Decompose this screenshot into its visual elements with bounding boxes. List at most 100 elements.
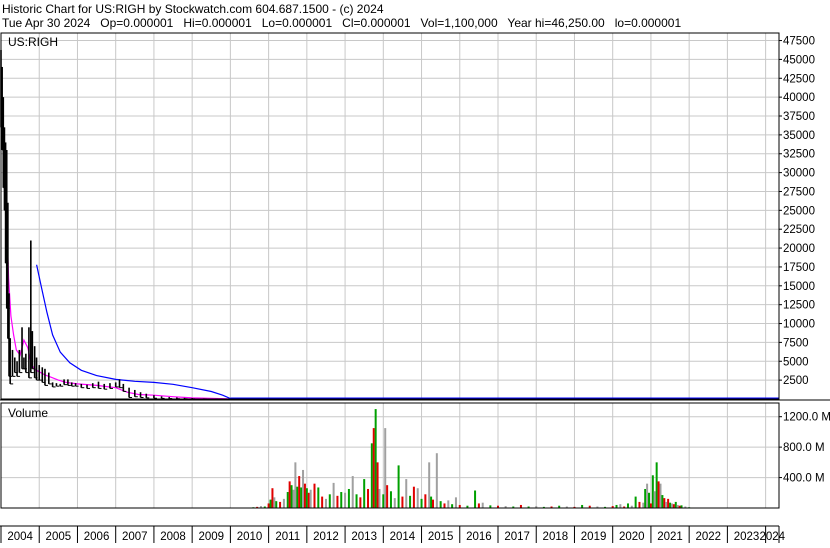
volume-bar (328, 494, 331, 508)
x-tick-label: 2010 (237, 531, 263, 543)
volume-bar (405, 479, 408, 508)
x-tick-label: 2013 (351, 531, 377, 543)
volume-bar (416, 488, 419, 508)
volume-bar (271, 488, 274, 508)
x-tick-label: 2011 (275, 531, 300, 543)
chart-canvas: Historic Chart for US:RIGH by Stockwatch… (0, 2, 830, 543)
volume-bar (305, 488, 308, 508)
volume-bar (477, 503, 480, 508)
price-tick-label: 35000 (783, 130, 815, 142)
volume-bar (290, 485, 293, 508)
x-tick-label: 2016 (466, 531, 492, 543)
volume-bar (273, 497, 276, 508)
volume-bar (634, 496, 637, 508)
volume-bar (655, 462, 658, 508)
volume-bar (474, 490, 477, 508)
chart-header-title: Historic Chart for US:RIGH by Stockwatch… (2, 2, 384, 16)
volume-bar (340, 492, 343, 508)
volume-bar (288, 481, 291, 508)
volume-bar (307, 492, 310, 508)
x-tick-label: 2018 (543, 531, 569, 543)
volume-bar (393, 498, 396, 508)
price-tick-label: 30000 (783, 168, 815, 180)
volume-bar (428, 462, 431, 508)
volume-bar (386, 485, 389, 508)
volume-bar (269, 499, 272, 508)
volume-bar (367, 488, 370, 508)
volume-bar (642, 502, 645, 508)
volume-bar (332, 482, 335, 508)
volume-bar (430, 496, 433, 508)
moving-average-line-ma_short (1, 140, 778, 400)
volume-bar (481, 502, 484, 508)
price-tick-label: 5000 (783, 356, 809, 368)
volume-tick-label: 1200.0 M (783, 412, 830, 424)
volume-bar (347, 488, 350, 508)
volume-bar (667, 498, 670, 508)
volume-bar (324, 498, 327, 508)
x-tick-label: 2022 (695, 531, 721, 543)
x-tick-label: 2021 (657, 531, 683, 543)
price-tick-label: 27500 (783, 186, 815, 198)
chart-header-quote: Tue Apr 30 2024 Op=0.000001 Hi=0.000001 … (2, 16, 681, 30)
volume-bar (672, 504, 675, 508)
volume-bar (374, 409, 377, 508)
x-tick-label: 2012 (313, 531, 339, 543)
volume-bar (370, 443, 373, 508)
x-tick-label: 2024 (760, 531, 786, 543)
x-tick-label: 2017 (504, 531, 530, 543)
price-tick-label: 2500 (783, 375, 809, 387)
x-tick-label: 2023 (734, 531, 760, 543)
x-tick-label: 2007 (122, 531, 148, 543)
volume-bar (378, 488, 381, 508)
volume-bar (294, 462, 297, 508)
volume-bar (317, 487, 320, 508)
price-tick-label: 40000 (783, 92, 815, 104)
volume-bar (432, 499, 435, 508)
volume-bar (382, 494, 385, 508)
volume-bar (384, 428, 387, 508)
volume-bar (321, 496, 324, 508)
volume-bar (363, 479, 366, 508)
volume-bar (282, 498, 285, 508)
price-tick-label: 42500 (783, 73, 815, 85)
volume-bar (302, 469, 305, 508)
volume-tick-label: 400.0 M (783, 473, 825, 485)
volume-bar (351, 476, 354, 508)
volume-bar (292, 489, 295, 508)
volume-bar (401, 496, 404, 508)
price-tick-label: 45000 (783, 54, 815, 66)
volume-bar (435, 453, 438, 508)
price-tick-label: 20000 (783, 243, 815, 255)
volume-bar (657, 481, 660, 508)
volume-bar (439, 501, 442, 508)
volume-bar (665, 501, 668, 508)
volume-bar (409, 495, 412, 508)
volume-bar (275, 501, 278, 508)
volume-bar (298, 476, 301, 508)
x-tick-label: 2009 (198, 531, 224, 543)
volume-tick-label: 800.0 M (783, 442, 825, 454)
moving-average-line-ma_long (36, 264, 778, 400)
volume-bar (355, 494, 358, 508)
volume-bar (663, 498, 666, 508)
volume-bar (648, 492, 651, 508)
x-tick-label: 2006 (84, 531, 110, 543)
volume-bar (454, 497, 457, 508)
volume-bar (344, 492, 347, 508)
volume-bar (443, 503, 446, 508)
x-tick-label: 2008 (160, 531, 186, 543)
volume-bar (646, 483, 649, 508)
volume-bar (376, 462, 379, 508)
price-panel-frame (0, 32, 780, 400)
volume-bar (638, 501, 641, 508)
volume-bar (424, 494, 427, 508)
volume-bar (300, 487, 303, 508)
price-tick-label: 15000 (783, 281, 815, 293)
volume-bar (626, 503, 629, 508)
x-tick-label: 2019 (581, 531, 607, 543)
volume-bar (447, 500, 450, 508)
price-tick-label: 7500 (783, 337, 809, 349)
x-tick-label: 2015 (428, 531, 454, 543)
volume-bar (372, 428, 375, 508)
